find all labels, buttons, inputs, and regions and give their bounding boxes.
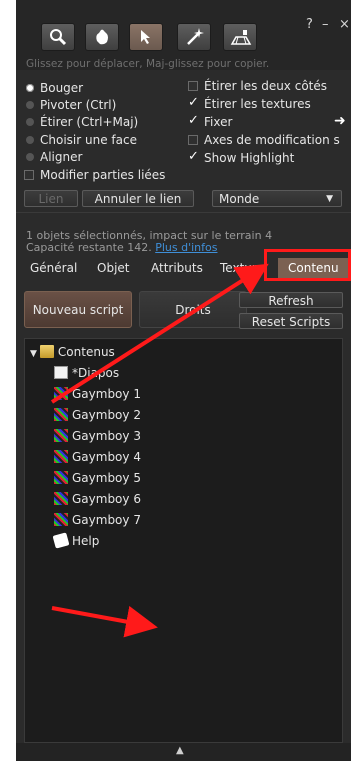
annotation-arrow-to-tab (50, 263, 269, 404)
annotation-arrow-to-tree (51, 605, 158, 638)
annotation-arrows (50, 263, 269, 638)
